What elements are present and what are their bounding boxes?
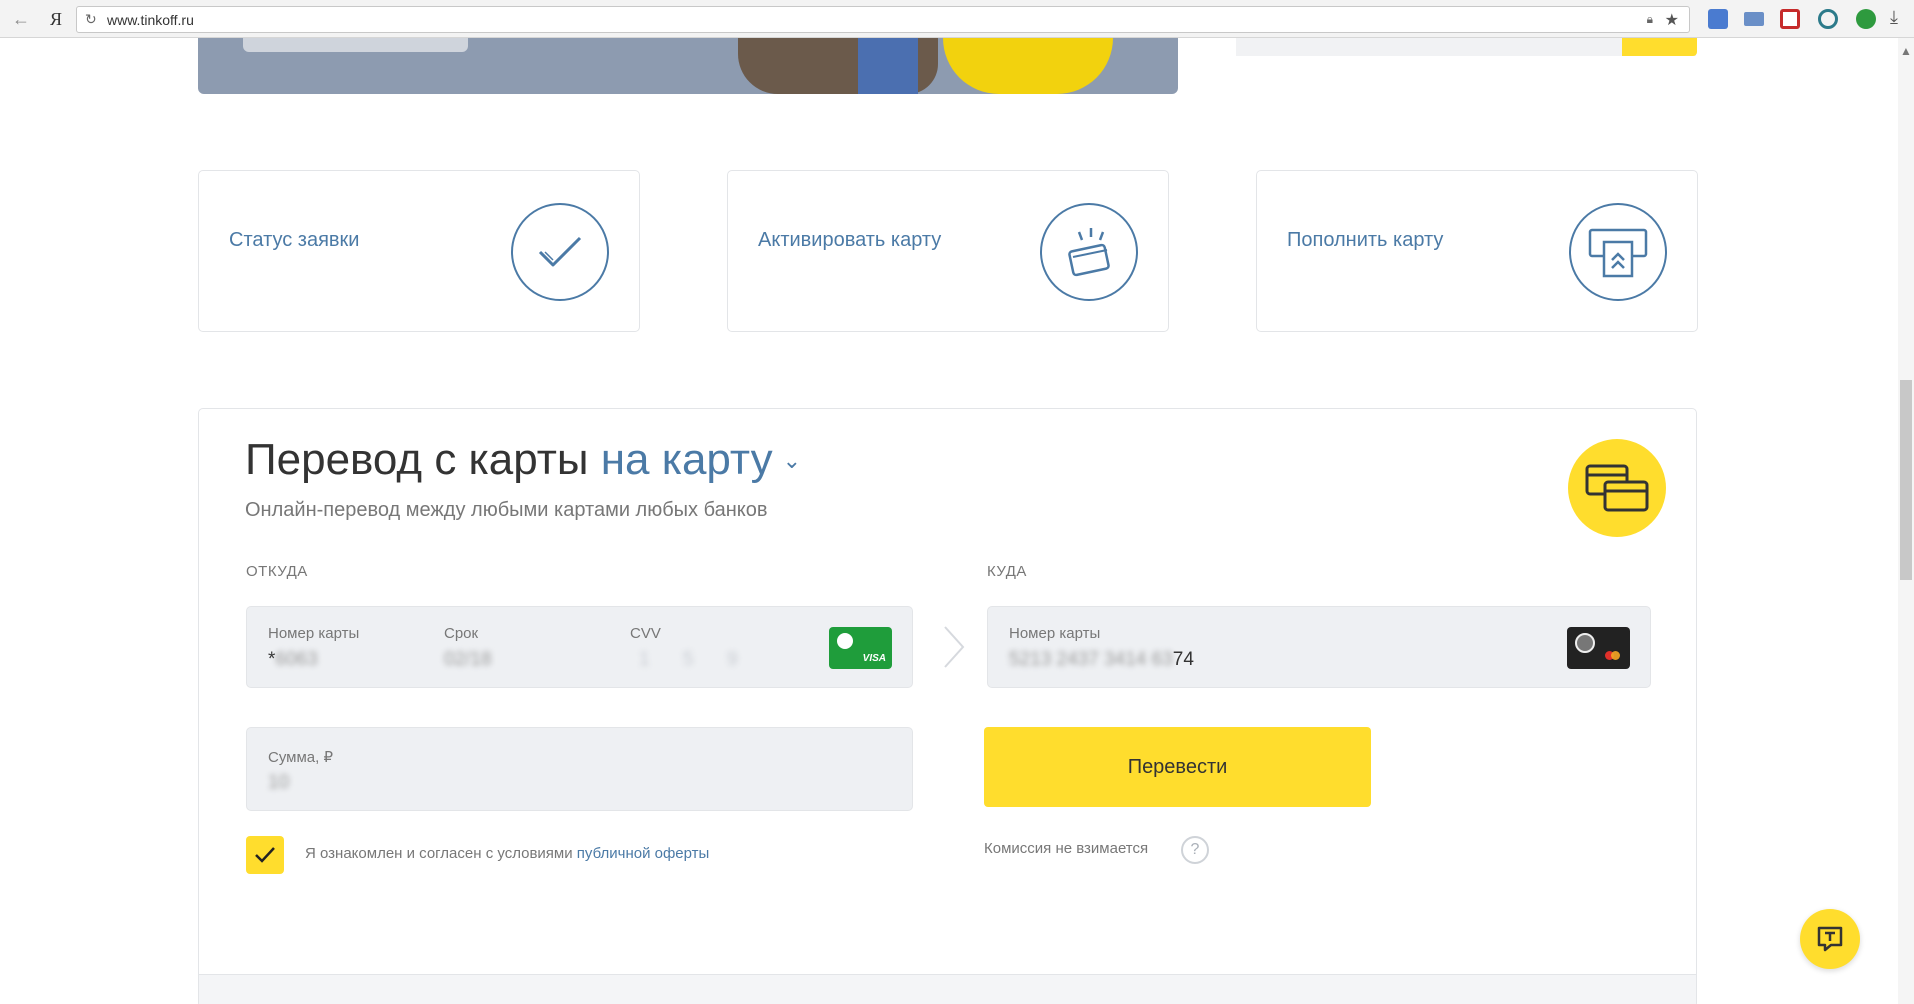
lock-icon[interactable]: 🔒︎: [1647, 12, 1653, 27]
amount-field[interactable]: Сумма, ₽ 10: [246, 727, 913, 811]
scroll-up-icon[interactable]: ▲: [1900, 44, 1912, 58]
card-label: Активировать карту: [758, 229, 942, 251]
checkmark-icon: [255, 847, 275, 863]
agree-label: Я ознакомлен и согласен с условиями: [305, 845, 573, 862]
bookmark-star-icon[interactable]: ★: [1665, 10, 1679, 30]
card-topup-icon: [1569, 203, 1667, 301]
transfer-submit-button[interactable]: Перевести: [984, 727, 1371, 807]
expiry-label: Срок: [444, 625, 479, 642]
amount-input[interactable]: 10: [268, 772, 289, 794]
cvv-digit[interactable]: 9: [727, 649, 738, 671]
cards-transfer-icon: [1568, 439, 1666, 537]
sberbank-logo-icon: [837, 633, 853, 649]
extension-plus-icon[interactable]: [1780, 9, 1800, 29]
hero-card-graphic: [243, 38, 468, 52]
chevron-down-icon[interactable]: ⌄: [783, 448, 801, 473]
reload-icon[interactable]: ↻: [85, 11, 97, 28]
browser-toolbar: ← Я ↻ www.tinkoff.ru 🔒︎ ★ ⤓: [0, 0, 1914, 38]
to-card-number-input[interactable]: 5213 2437 3414 6374: [1009, 649, 1194, 671]
page-root: ← Я ↻ www.tinkoff.ru 🔒︎ ★ ⤓ ▲ Статус зая…: [0, 0, 1914, 1004]
mastercard-card-icon: [1567, 627, 1630, 669]
visa-brand-text: VISA: [862, 653, 886, 664]
extension-ring-icon[interactable]: [1818, 9, 1838, 29]
agree-text: Я ознакомлен и согласен с условиями публ…: [305, 845, 709, 862]
status-application-card[interactable]: Статус заявки: [198, 170, 640, 332]
chat-button[interactable]: [1800, 909, 1860, 969]
yandex-logo[interactable]: Я: [50, 9, 62, 30]
extension-calendar-icon[interactable]: [1708, 9, 1728, 29]
topup-card-card[interactable]: Пополнить карту: [1256, 170, 1698, 332]
hero-card-blue-graphic: [858, 38, 918, 94]
commission-text: Комиссия не взимается: [984, 840, 1149, 857]
to-card-fields: Номер карты 5213 2437 3414 6374: [987, 606, 1651, 688]
cvv-digit[interactable]: 5: [683, 649, 694, 671]
cvv-digit[interactable]: 1: [639, 649, 650, 671]
from-card-fields: Номер карты *6063 Срок 02/18 CVV 1 5 9 V…: [246, 606, 913, 688]
to-section-label: КУДА: [987, 563, 1027, 580]
checkmark-icon: [511, 203, 609, 301]
transfer-type-label[interactable]: на карту: [601, 435, 773, 484]
sberbank-visa-card-icon: VISA: [829, 627, 892, 669]
back-icon[interactable]: ←: [12, 9, 34, 29]
help-icon[interactable]: ?: [1181, 836, 1209, 864]
download-icon[interactable]: ⤓: [1890, 7, 1908, 27]
card-label: Статус заявки: [229, 229, 360, 251]
hero-helmet-graphic: [943, 38, 1113, 94]
transfer-subtitle: Онлайн-перевод между любыми картами любы…: [245, 499, 768, 521]
url-text[interactable]: www.tinkoff.ru: [107, 12, 194, 28]
mastercard-circle-icon: [1611, 651, 1620, 660]
card-number-masked: 5213 2437 3414 63: [1009, 649, 1173, 670]
transfer-title: Перевод с карты на карту ⌄: [245, 435, 801, 485]
card-number-masked: 6063: [275, 649, 318, 670]
extension-shield-icon[interactable]: [1856, 9, 1876, 29]
from-card-number-label: Номер карты: [268, 625, 360, 642]
public-offer-link[interactable]: публичной оферты: [577, 845, 710, 862]
chevron-right-icon: [944, 626, 965, 668]
from-card-number-input[interactable]: *6063: [268, 649, 318, 671]
chat-icon: [1817, 926, 1843, 952]
block-bottom-area: [199, 975, 1696, 1004]
card-label: Пополнить карту: [1287, 229, 1444, 251]
top-right-panel-button[interactable]: [1622, 38, 1697, 56]
address-bar[interactable]: ↻ www.tinkoff.ru 🔒︎ ★: [76, 6, 1690, 33]
to-card-number-label: Номер карты: [1009, 625, 1101, 642]
transfer-type-selector[interactable]: на карту ⌄: [601, 435, 801, 484]
transfer-title-main: Перевод с карты: [245, 435, 589, 484]
mail-icon[interactable]: [1744, 12, 1764, 26]
amount-label: Сумма, ₽: [268, 749, 334, 766]
card-transfer-block: Перевод с карты на карту ⌄ Онлайн-перевод…: [198, 408, 1697, 1004]
from-section-label: ОТКУДА: [246, 563, 308, 580]
bank-logo-icon: [1575, 633, 1595, 653]
scrollbar-thumb[interactable]: [1900, 380, 1912, 580]
activate-card-card[interactable]: Активировать карту: [727, 170, 1169, 332]
expiry-input[interactable]: 02/18: [444, 649, 492, 671]
cvv-label: CVV: [630, 625, 661, 642]
card-number-visible: 74: [1172, 649, 1194, 670]
agree-checkbox[interactable]: [246, 836, 284, 874]
hero-banner-image: [198, 38, 1178, 94]
card-activate-icon: [1040, 203, 1138, 301]
